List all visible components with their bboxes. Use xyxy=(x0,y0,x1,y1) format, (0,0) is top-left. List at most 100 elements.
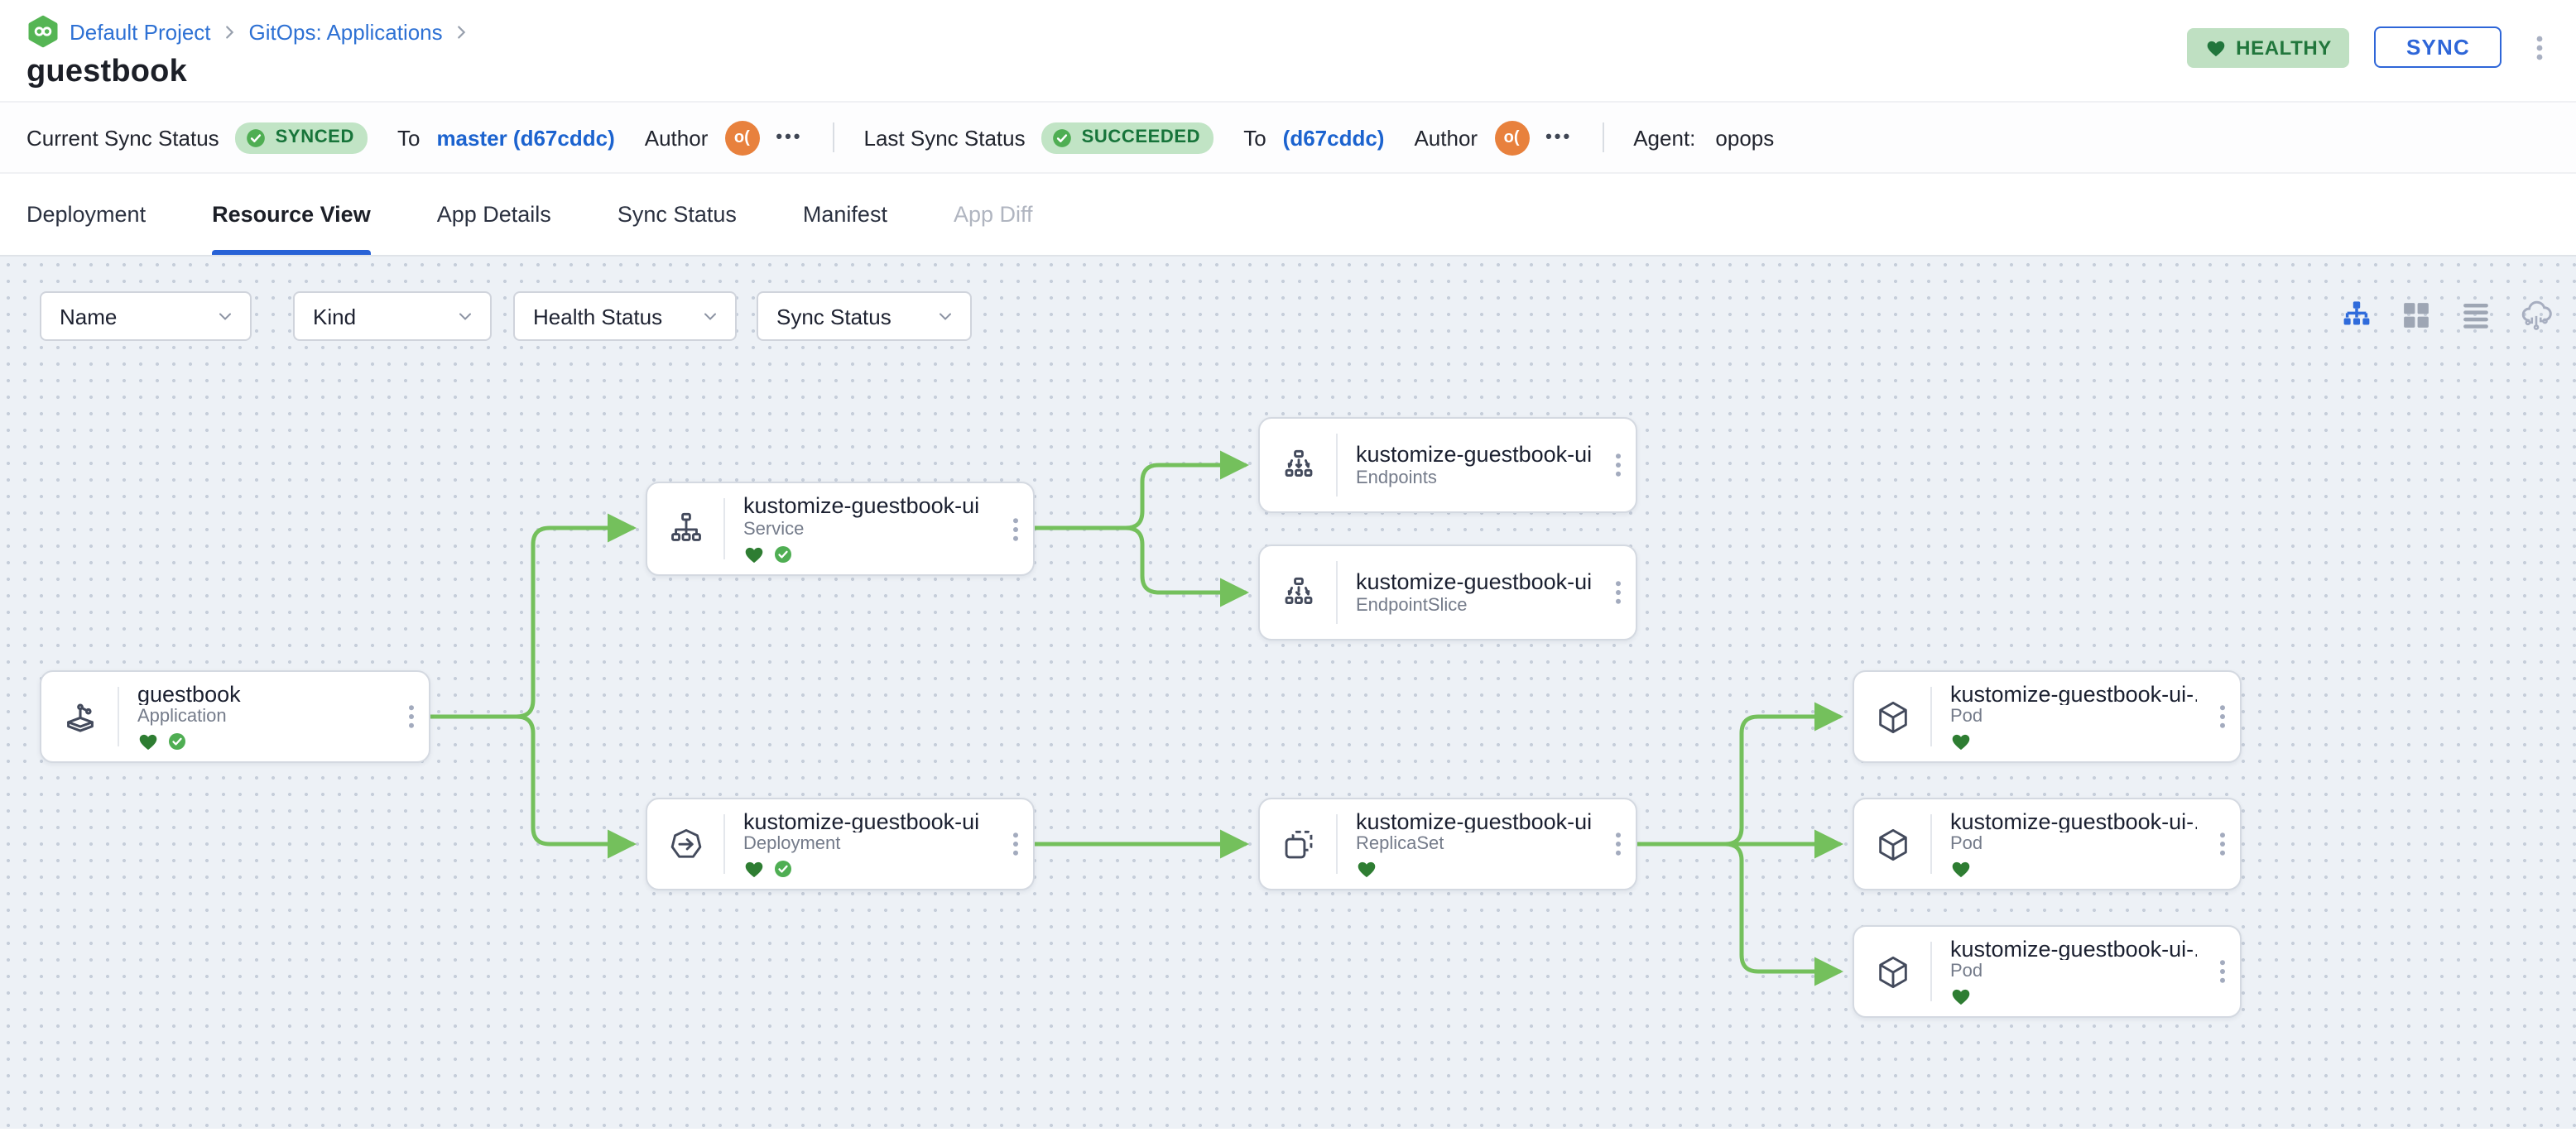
current-sync-status-label: Current Sync Status xyxy=(26,125,219,150)
current-to-label: To xyxy=(396,125,421,150)
tab-resource-view[interactable]: Resource View xyxy=(212,174,371,255)
node-body: kustomize-guestbook-ui Endpoints xyxy=(1338,419,1599,511)
edge-guestbook-service xyxy=(428,513,637,719)
header-left: Default Project GitOps: Applications gue… xyxy=(26,13,471,91)
breadcrumb: Default Project GitOps: Applications xyxy=(26,15,471,48)
resource-tree-canvas[interactable]: Name Kind Health Status Sync Status gues… xyxy=(0,257,2576,1129)
node-body: kustomize-guestbook-ui-... Pod xyxy=(1932,672,2204,761)
edge-guestbook-deployment xyxy=(428,714,637,859)
synced-check-icon xyxy=(775,861,791,877)
node-endpoints-kustomize-guestbook-ui[interactable]: kustomize-guestbook-ui Endpoints xyxy=(1258,417,1637,513)
healthy-heart-icon xyxy=(745,861,763,878)
node-body: kustomize-guestbook-ui-... EndpointSlice xyxy=(1338,546,1599,639)
pod-icon xyxy=(1854,927,1930,1016)
pod-icon xyxy=(1854,672,1930,761)
agent-label: Agent: xyxy=(1633,125,1696,150)
current-author-avatar: o( xyxy=(724,120,760,155)
node-kind: Pod xyxy=(1950,834,1983,854)
devtron-logo-icon xyxy=(26,15,60,48)
node-kind: Endpoints xyxy=(1356,468,1437,488)
node-kebab-menu-icon[interactable] xyxy=(2204,799,2240,889)
node-body: kustomize-guestbook-ui Deployment xyxy=(725,799,997,889)
node-title: guestbook xyxy=(137,682,241,705)
healthy-heart-icon xyxy=(1952,734,1970,751)
tab-deployment[interactable]: Deployment xyxy=(26,174,146,255)
node-title: kustomize-guestbook-ui-... xyxy=(1950,937,2197,960)
healthy-heart-icon xyxy=(1952,861,1970,878)
node-title: kustomize-guestbook-ui xyxy=(1356,442,1593,467)
header-kebab-menu-icon[interactable] xyxy=(2526,32,2553,62)
breadcrumb-item-project[interactable]: Default Project xyxy=(70,19,211,44)
last-to-label: To xyxy=(1243,125,1266,150)
node-kind: Pod xyxy=(1950,962,1983,981)
current-author-label: Author xyxy=(644,125,709,150)
current-sync-status-badge: SYNCED xyxy=(235,122,368,153)
heart-icon xyxy=(2204,37,2226,57)
node-kebab-menu-icon[interactable] xyxy=(2204,672,2240,761)
page-title: guestbook xyxy=(26,55,187,89)
endpoints-icon xyxy=(1260,419,1336,511)
node-kind: EndpointSlice xyxy=(1356,596,1468,616)
chevron-right-icon xyxy=(453,22,471,41)
tab-bar: Deployment Resource View App Details Syn… xyxy=(0,174,2576,257)
health-badge-label: HEALTHY xyxy=(2236,36,2332,59)
node-pod-2[interactable]: kustomize-guestbook-ui-... Pod xyxy=(1853,798,2242,890)
node-kebab-menu-icon[interactable] xyxy=(392,672,429,761)
node-body: kustomize-guestbook-ui-... Pod xyxy=(1932,799,2204,889)
last-sync-status-badge: SUCCEEDED xyxy=(1041,122,1214,153)
node-kind: Service xyxy=(743,520,805,540)
check-circle-icon xyxy=(247,128,266,146)
node-replicaset-kustomize-guestbook-ui[interactable]: kustomize-guestbook-ui-... ReplicaSet xyxy=(1258,798,1637,890)
tab-app-diff: App Diff xyxy=(953,202,1033,227)
endpointslice-icon xyxy=(1260,546,1336,639)
node-kebab-menu-icon[interactable] xyxy=(997,483,1033,574)
last-more-button[interactable]: ••• xyxy=(1545,127,1572,147)
replicaset-icon xyxy=(1260,799,1336,889)
node-status-row xyxy=(743,545,990,564)
node-kebab-menu-icon[interactable] xyxy=(997,799,1033,889)
node-title: kustomize-guestbook-ui-... xyxy=(1950,809,2197,832)
tab-app-details[interactable]: App Details xyxy=(437,174,551,255)
node-deployment-kustomize-guestbook-ui[interactable]: kustomize-guestbook-ui Deployment xyxy=(646,798,1035,890)
last-sync-status-label: Last Sync Status xyxy=(863,125,1026,150)
node-pod-1[interactable]: kustomize-guestbook-ui-... Pod xyxy=(1853,670,2242,763)
breadcrumb-item-gitops-applications[interactable]: GitOps: Applications xyxy=(249,19,443,44)
node-title: kustomize-guestbook-ui-... xyxy=(1356,809,1593,832)
node-pod-3[interactable]: kustomize-guestbook-ui-... Pod xyxy=(1853,925,2242,1018)
sync-button[interactable]: SYNC xyxy=(2374,26,2502,68)
edge-replicaset-pod-3 xyxy=(1635,842,1843,986)
edge-service-endpoints xyxy=(1032,450,1249,530)
node-kebab-menu-icon[interactable] xyxy=(1599,419,1636,511)
node-body: kustomize-guestbook-ui-... ReplicaSet xyxy=(1338,799,1599,889)
divider xyxy=(1602,122,1604,152)
node-status-row xyxy=(1950,986,2197,1006)
node-title: kustomize-guestbook-ui xyxy=(743,493,980,518)
tab-sync-status[interactable]: Sync Status xyxy=(618,174,737,255)
tab-manifest[interactable]: Manifest xyxy=(803,174,887,255)
node-status-row xyxy=(1950,859,2197,879)
healthy-heart-icon xyxy=(745,547,763,564)
healthy-heart-icon xyxy=(1358,861,1376,878)
pod-icon xyxy=(1854,799,1930,889)
app-root: Default Project GitOps: Applications gue… xyxy=(0,0,2576,1137)
agent-value: opops xyxy=(1715,125,1775,150)
node-kebab-menu-icon[interactable] xyxy=(1599,546,1636,639)
node-endpointslice-kustomize-guestbook-ui[interactable]: kustomize-guestbook-ui-... EndpointSlice xyxy=(1258,545,1637,640)
node-title: kustomize-guestbook-ui-... xyxy=(1356,569,1593,594)
node-body: kustomize-guestbook-ui Service xyxy=(725,483,997,574)
node-status-row xyxy=(1356,859,1593,879)
header-right: HEALTHY SYNC xyxy=(2186,26,2553,68)
synced-check-icon xyxy=(775,546,791,563)
node-application-guestbook[interactable]: guestbook Application xyxy=(40,670,430,763)
check-circle-icon xyxy=(1053,128,1072,146)
last-sync-target[interactable]: (d67cddc) xyxy=(1283,125,1385,150)
current-sync-target[interactable]: master (d67cddc) xyxy=(436,125,614,150)
healthy-heart-icon xyxy=(139,734,157,751)
deployment-icon xyxy=(647,799,723,889)
service-icon xyxy=(647,483,723,574)
node-kebab-menu-icon[interactable] xyxy=(1599,799,1636,889)
node-kebab-menu-icon[interactable] xyxy=(2204,927,2240,1016)
node-service-kustomize-guestbook-ui[interactable]: kustomize-guestbook-ui Service xyxy=(646,482,1035,576)
current-more-button[interactable]: ••• xyxy=(776,127,802,147)
healthy-heart-icon xyxy=(1952,989,1970,1005)
